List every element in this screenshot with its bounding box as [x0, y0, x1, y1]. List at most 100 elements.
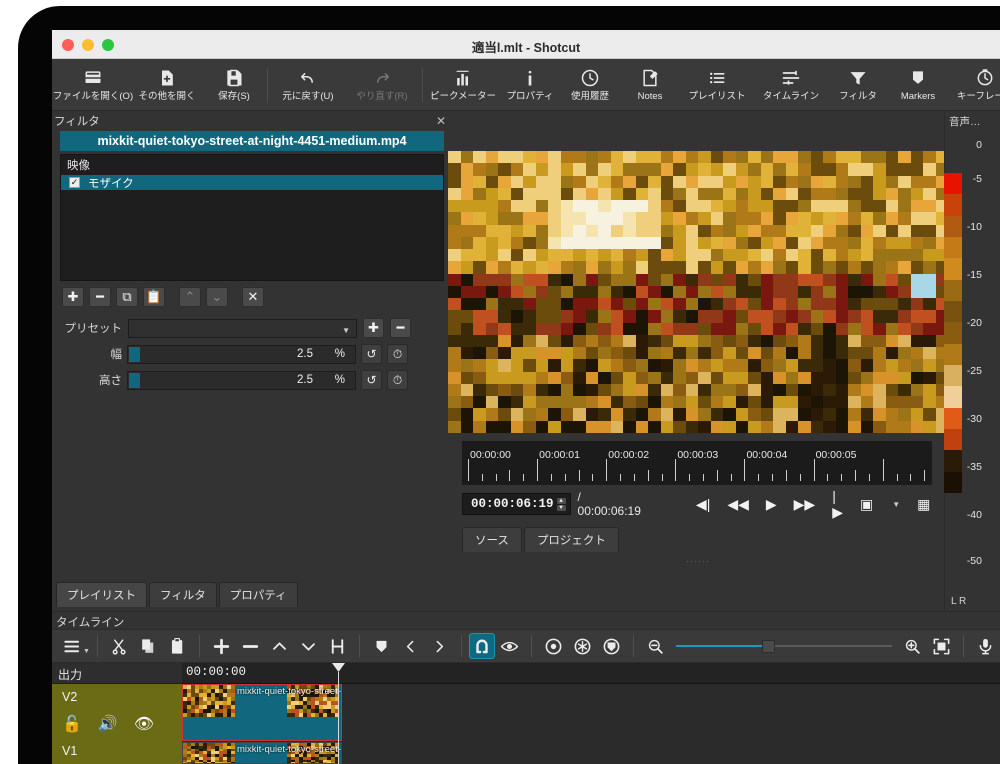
- timeline-menu-button[interactable]: [58, 632, 87, 660]
- paste-button[interactable]: [163, 632, 192, 660]
- mosaic-cell: [685, 334, 698, 348]
- toolbar-markers-button[interactable]: Markers: [888, 61, 948, 109]
- video-preview[interactable]: [448, 151, 948, 433]
- next-marker-button[interactable]: [425, 632, 454, 660]
- mute-icon[interactable]: 🔊: [98, 714, 118, 734]
- zoom-in-button[interactable]: [898, 632, 927, 660]
- toolbar-save-button[interactable]: 保存(S): [204, 61, 264, 109]
- play-button[interactable]: ▶: [766, 496, 777, 513]
- parameter-slider-1[interactable]: 2.5 %: [127, 370, 356, 390]
- cut-button[interactable]: [105, 632, 134, 660]
- parameter-reset-button[interactable]: ↺: [361, 344, 382, 364]
- mosaic-cell: [660, 175, 673, 188]
- move-filter-down-button[interactable]: ⌄: [206, 287, 228, 307]
- timeline-playhead[interactable]: [332, 663, 345, 764]
- position-timecode-field[interactable]: 00:00:06:19 ▲ ▼: [462, 493, 571, 515]
- preset-remove-button[interactable]: ━: [390, 318, 411, 338]
- filter-enabled-checkbox[interactable]: ✓: [69, 177, 80, 188]
- player-scrubber[interactable]: 00:00:00 00:00:01 00:00:02 00:00:03 00:00:04…: [462, 441, 932, 485]
- toolbar-recent-button[interactable]: 使用履歴: [560, 61, 620, 109]
- toolbar-button-label: フィルタ: [839, 91, 877, 102]
- tab-プレイリスト[interactable]: プレイリスト: [56, 582, 147, 607]
- toolbar-keyframes-button[interactable]: キーフレーム: [948, 61, 1000, 109]
- mosaic-cell: [460, 285, 473, 299]
- toolbar-open-other-button[interactable]: その他を開く: [130, 61, 204, 109]
- toolbar-peak-meter-button[interactable]: ピークメーター: [426, 61, 500, 109]
- toolbar-timeline-button[interactable]: タイムライン: [754, 61, 828, 109]
- timeline-clip-v2[interactable]: mixkit-quiet-tokyo-street-: [182, 684, 342, 741]
- ripple-markers-toggle[interactable]: [597, 632, 626, 660]
- tab-ソース[interactable]: ソース: [462, 527, 522, 552]
- zoom-fit-button[interactable]: ▣: [860, 496, 873, 513]
- tab-フィルタ[interactable]: フィルタ: [149, 582, 217, 607]
- copy-button[interactable]: [134, 632, 163, 660]
- parameter-keyframe-button[interactable]: ⏱: [387, 370, 408, 390]
- lift-button[interactable]: [265, 632, 294, 660]
- record-audio-button[interactable]: [971, 632, 1000, 660]
- ripple-toggle[interactable]: [539, 632, 568, 660]
- mosaic-cell: [885, 334, 898, 348]
- mosaic-cell: [623, 396, 636, 409]
- copy-filters-button[interactable]: ⧉: [116, 287, 138, 307]
- filter-list[interactable]: 映像 ✓ モザイク: [60, 154, 444, 281]
- mosaic-cell: [560, 175, 573, 188]
- track-header-v2[interactable]: V2 🔓 🔊 👁: [52, 684, 182, 741]
- toolbar-playlist-button[interactable]: プレイリスト: [680, 61, 754, 109]
- close-icon[interactable]: ✕: [436, 114, 446, 128]
- mosaic-cell: [873, 163, 886, 176]
- parameter-reset-button[interactable]: ↺: [361, 370, 382, 390]
- ripple-delete-button[interactable]: [236, 632, 265, 660]
- append-icon: [212, 637, 231, 656]
- parameter-slider-0[interactable]: 2.5 %: [127, 344, 356, 364]
- chevron-down-icon[interactable]: ▼: [892, 500, 900, 509]
- move-filter-up-button[interactable]: ⌃: [179, 287, 201, 307]
- toolbar-filters-button[interactable]: フィルタ: [828, 61, 888, 109]
- toolbar-redo-button[interactable]: やり直す(R): [345, 61, 419, 109]
- split-button[interactable]: [323, 632, 352, 660]
- marker-button[interactable]: [367, 632, 396, 660]
- mosaic-cell: [523, 273, 536, 286]
- tab-プロパティ[interactable]: プロパティ: [218, 582, 298, 607]
- tab-プロジェクト[interactable]: プロジェクト: [523, 527, 619, 552]
- skip-to-end-button[interactable]: |▶: [832, 488, 843, 521]
- remove-filter-button[interactable]: ━: [89, 287, 111, 307]
- scrub-toggle[interactable]: [495, 632, 524, 660]
- parameter-keyframe-button[interactable]: ⏱: [387, 344, 408, 364]
- add-filter-button[interactable]: ✚: [62, 287, 84, 307]
- mosaic-cell: [573, 322, 586, 335]
- fast-forward-button[interactable]: ▶▶: [794, 496, 816, 513]
- zoom-fit-button[interactable]: [927, 632, 956, 660]
- mosaic-cell: [498, 285, 511, 299]
- skip-to-start-button[interactable]: ◀|: [696, 496, 710, 513]
- timeline-track-area[interactable]: 00:00:00 mixkit-quiet-tokyo-street- mixk…: [182, 663, 1000, 764]
- timeline-clip-v1[interactable]: mixkit-quiet-tokyo-street-: [182, 742, 342, 764]
- track-header-v1[interactable]: V1: [52, 741, 182, 764]
- output-track-header[interactable]: 出力: [52, 663, 182, 684]
- previous-marker-button[interactable]: [396, 632, 425, 660]
- grid-button[interactable]: ▦: [917, 496, 930, 513]
- preset-select[interactable]: ▼: [128, 318, 357, 338]
- deselect-filter-button[interactable]: ✕: [242, 287, 264, 307]
- chevron-down-icon[interactable]: ▼: [83, 648, 90, 655]
- timeline-ruler[interactable]: 00:00:00: [182, 663, 1000, 684]
- toolbar-undo-button[interactable]: 元に戻す(U): [271, 61, 345, 109]
- timeline-zoom-slider[interactable]: [675, 639, 892, 653]
- mosaic-cell: [798, 261, 811, 274]
- toolbar-properties-button[interactable]: プロパティ: [500, 61, 560, 109]
- timecode-stepper[interactable]: ▲ ▼: [556, 497, 566, 511]
- rewind-button[interactable]: ◀◀: [727, 496, 749, 513]
- ripple-all-tracks-toggle[interactable]: [568, 632, 597, 660]
- preset-add-button[interactable]: ✚: [363, 318, 384, 338]
- mosaic-cell: [723, 420, 736, 433]
- toolbar-open-file-button[interactable]: ファイルを開く(O): [53, 61, 133, 109]
- splitter-handle[interactable]: ······: [452, 556, 944, 566]
- lock-icon[interactable]: 🔓: [62, 714, 82, 734]
- append-button[interactable]: [207, 632, 236, 660]
- filter-list-item[interactable]: ✓ モザイク: [61, 175, 443, 190]
- zoom-out-button[interactable]: [641, 632, 670, 660]
- hide-icon[interactable]: 👁: [134, 714, 154, 734]
- snap-toggle[interactable]: [468, 633, 495, 659]
- paste-filters-button[interactable]: 📋: [143, 287, 165, 307]
- overwrite-button[interactable]: [294, 632, 323, 660]
- toolbar-notes-button[interactable]: Notes: [620, 61, 680, 109]
